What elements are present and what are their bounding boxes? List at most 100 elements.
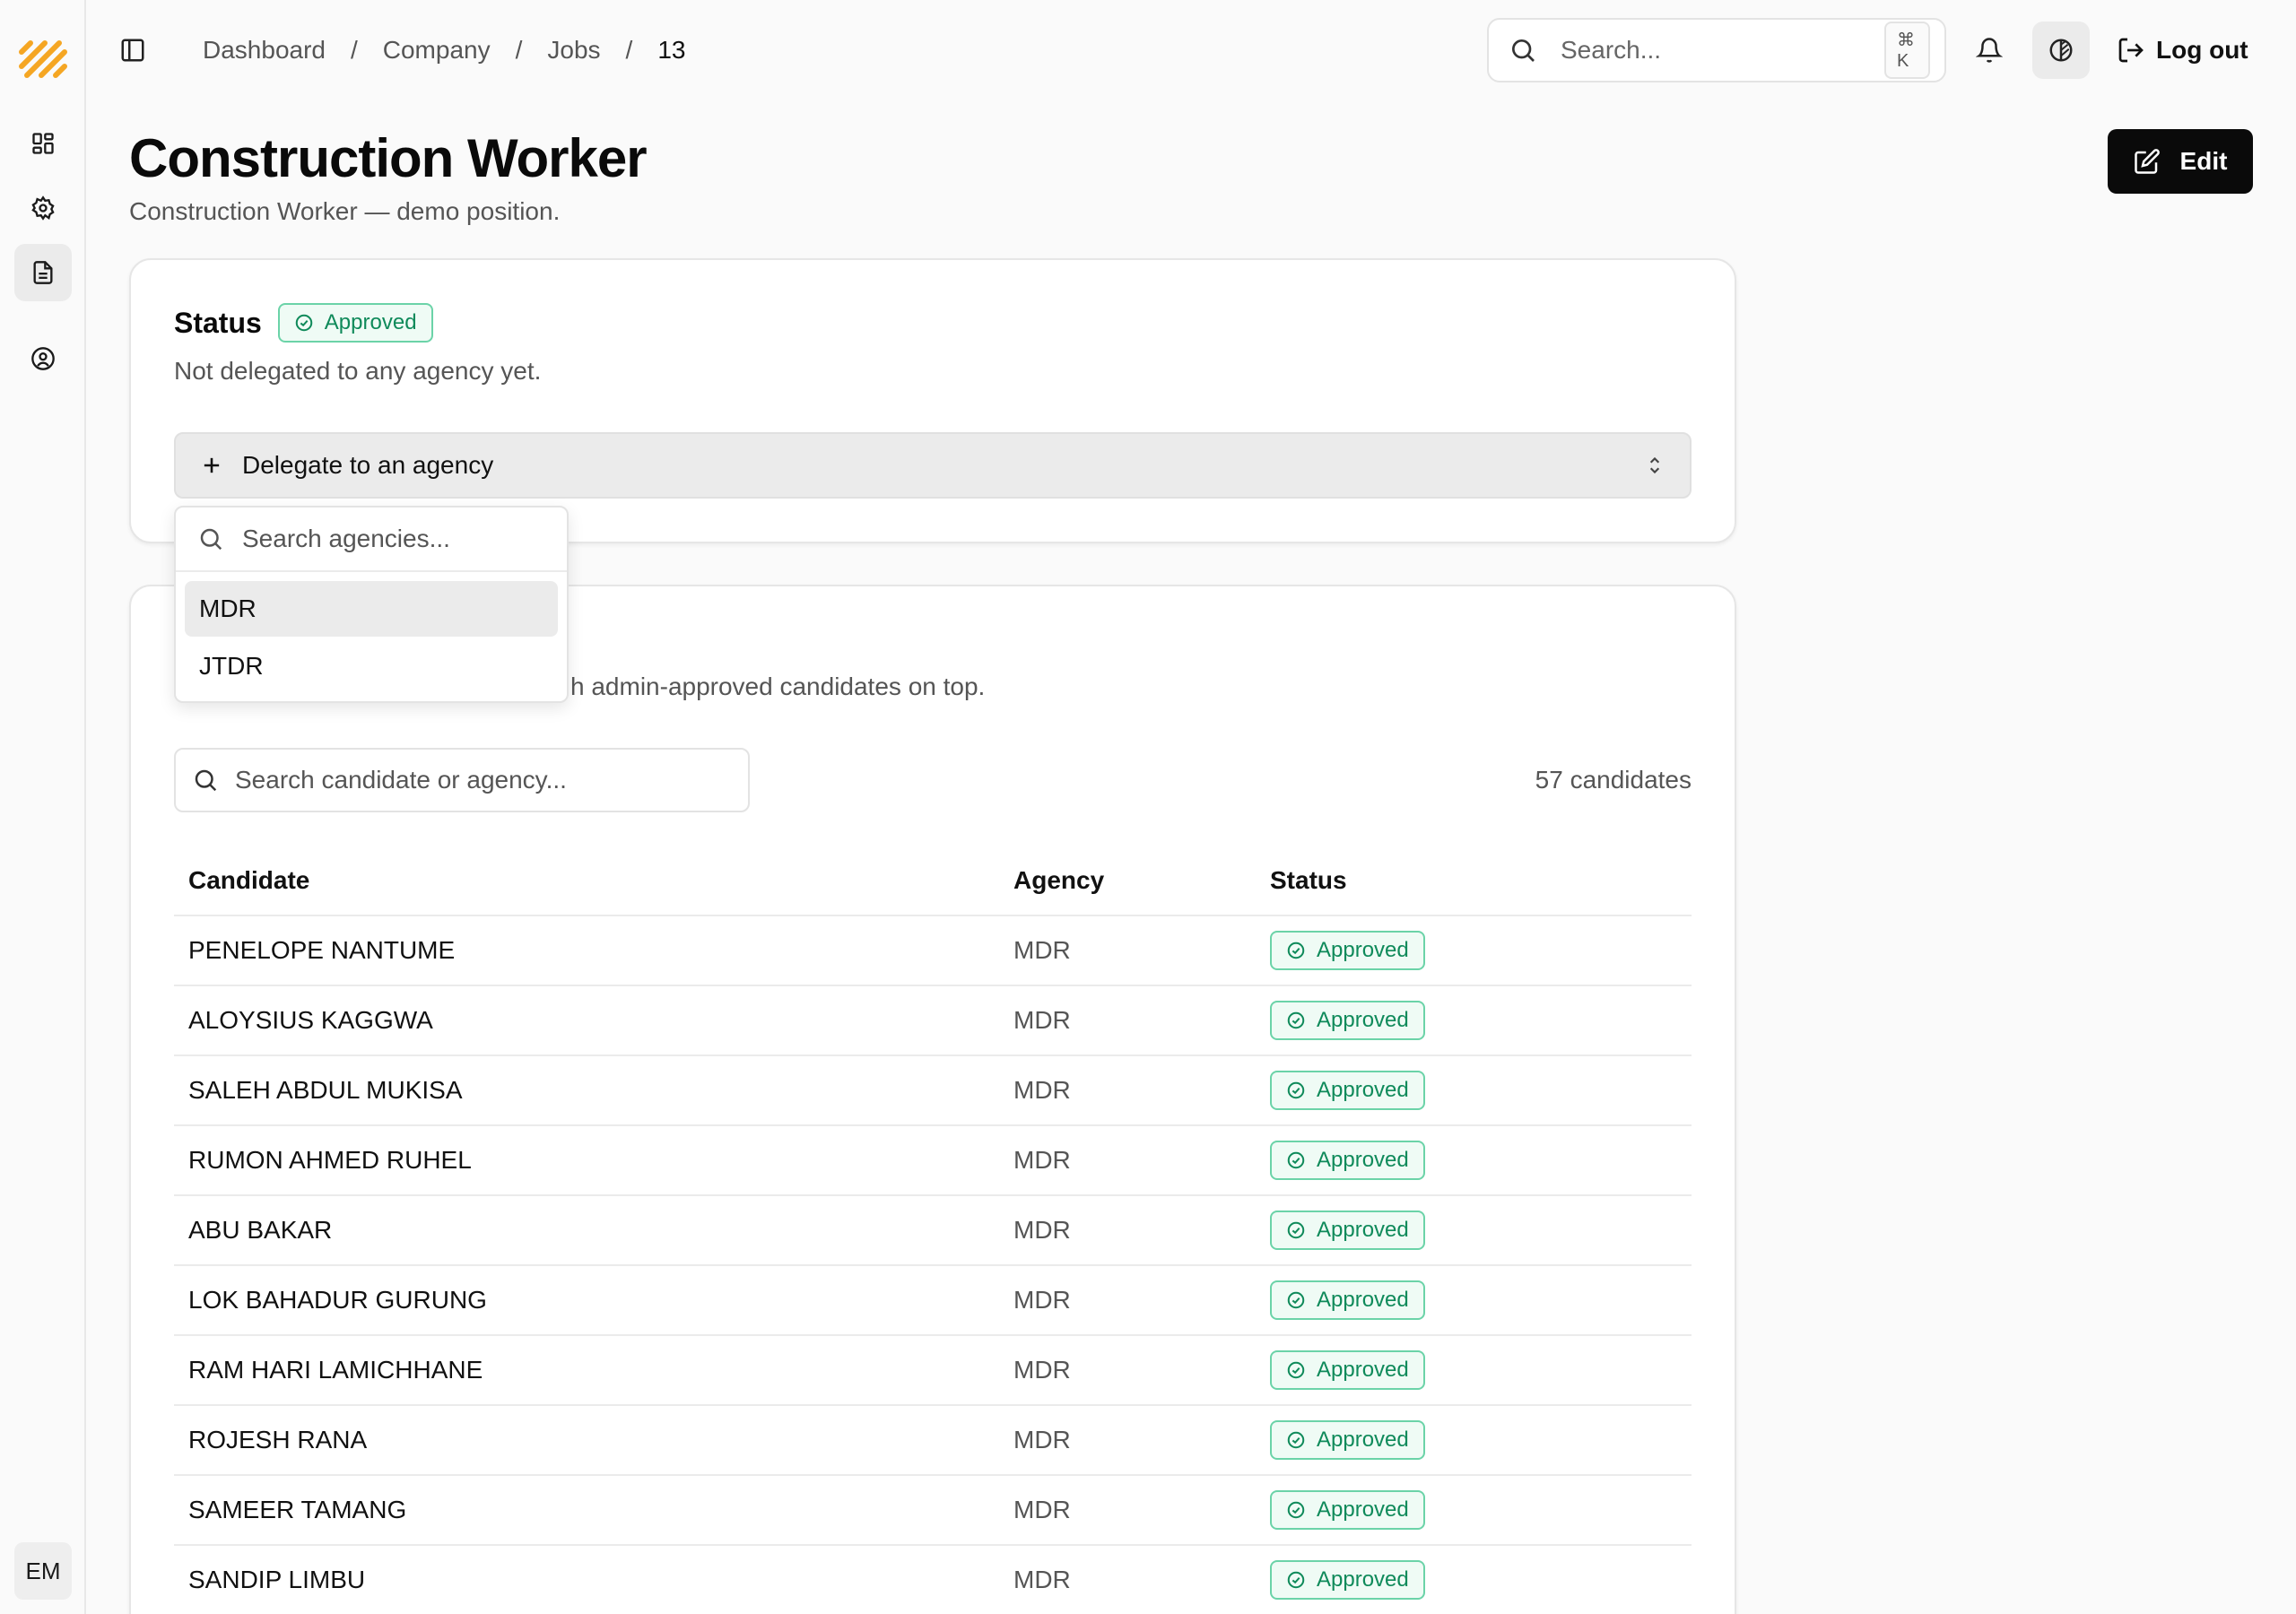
candidate-name[interactable]: RUMON AHMED RUHEL [174, 1146, 1013, 1175]
status-badge-label: Approved [1317, 1567, 1409, 1592]
table-row[interactable]: LOK BAHADUR GURUNG MDR Approved [174, 1266, 1692, 1336]
candidate-search[interactable] [174, 748, 750, 812]
candidate-name[interactable]: ROJESH RANA [174, 1426, 1013, 1454]
table-header: Candidate Agency Status [174, 846, 1692, 916]
candidate-status-cell: Approved [1270, 1210, 1692, 1250]
status-description: Not delegated to any agency yet. [174, 357, 542, 385]
status-badge-label: Approved [1317, 1148, 1409, 1172]
chevrons-up-down-icon [1643, 454, 1666, 477]
sidebar-item-jobs[interactable] [14, 244, 72, 301]
column-header-status[interactable]: Status [1270, 866, 1692, 895]
agency-option-jtdr[interactable]: JTDR [185, 638, 558, 694]
gear-icon [30, 195, 56, 221]
search-icon [1509, 36, 1537, 65]
table-row[interactable]: ALOYSIUS KAGGWA MDR Approved [174, 986, 1692, 1056]
column-header-candidate[interactable]: Candidate [174, 866, 1013, 895]
candidate-status-cell: Approved [1270, 1280, 1692, 1320]
brand-logo-icon[interactable] [18, 32, 68, 82]
panel-left-icon [119, 37, 146, 64]
table-row[interactable]: SALEH ABDUL MUKISA MDR Approved [174, 1056, 1692, 1126]
check-circle-icon [1286, 1011, 1306, 1030]
candidate-status-cell: Approved [1270, 931, 1692, 970]
candidate-name[interactable]: SALEH ABDUL MUKISA [174, 1076, 1013, 1105]
check-circle-icon [1286, 1360, 1306, 1380]
table-row[interactable]: ROJESH RANA MDR Approved [174, 1406, 1692, 1476]
breadcrumb-separator: / [625, 36, 633, 64]
status-card: Status Approved Not delegated to any age… [129, 258, 1736, 543]
candidate-agency: MDR [1013, 1426, 1071, 1453]
candidate-name[interactable]: ALOYSIUS KAGGWA [174, 1006, 1013, 1035]
status-badge: Approved [1270, 1001, 1425, 1040]
table-row[interactable]: SAMEER TAMANG MDR Approved [174, 1476, 1692, 1546]
candidate-status-cell: Approved [1270, 1560, 1692, 1600]
candidates-description: h admin-approved candidates on top. [570, 672, 986, 700]
contrast-icon [2048, 37, 2074, 64]
search-shortcut-badge: ⌘ K [1884, 22, 1930, 79]
table-row[interactable]: PENELOPE NANTUME MDR Approved [174, 916, 1692, 986]
candidate-name[interactable]: RAM HARI LAMICHHANE [174, 1356, 1013, 1384]
table-row[interactable]: ABU BAKAR MDR Approved [174, 1196, 1692, 1266]
status-badge: Approved [1270, 1141, 1425, 1180]
sidebar-toggle-button[interactable] [115, 32, 151, 68]
table-row[interactable]: SANDIP LIMBU MDR Approved [174, 1546, 1692, 1614]
sidebar-item-settings[interactable] [14, 179, 72, 237]
logout-button[interactable]: Log out [2117, 22, 2248, 79]
breadcrumb-company[interactable]: Company [383, 36, 491, 65]
check-circle-icon [1286, 1080, 1306, 1100]
logout-icon [2117, 36, 2145, 65]
candidate-agency: MDR [1013, 1006, 1071, 1034]
global-search-input[interactable] [1561, 36, 1884, 65]
notifications-button[interactable] [1961, 22, 2018, 79]
candidate-name[interactable]: SAMEER TAMANG [174, 1496, 1013, 1524]
candidate-agency: MDR [1013, 1076, 1071, 1104]
edit-icon [2134, 148, 2161, 175]
candidate-count: 57 candidates [1535, 766, 1692, 794]
edit-label: Edit [2179, 147, 2228, 175]
status-badge-label: Approved [1317, 1358, 1409, 1382]
dashboard-grid-icon [30, 131, 56, 156]
breadcrumb-jobs[interactable]: Jobs [547, 36, 600, 65]
logout-label: Log out [2156, 36, 2248, 64]
status-badge-label: Approved [324, 310, 417, 334]
status-badge: Approved [1270, 1420, 1425, 1460]
document-icon [30, 260, 56, 285]
candidates-card: h admin-approved candidates on top. 57 c… [129, 585, 1736, 1614]
breadcrumb-dashboard[interactable]: Dashboard [203, 36, 326, 65]
candidate-name[interactable]: ABU BAKAR [174, 1216, 1013, 1245]
candidate-search-input[interactable] [235, 766, 732, 794]
status-badge-label: Approved [1317, 938, 1409, 962]
candidate-status-cell: Approved [1270, 1071, 1692, 1110]
page-title: Construction Worker [129, 128, 648, 188]
agency-search-input[interactable] [242, 525, 566, 553]
candidate-status-cell: Approved [1270, 1420, 1692, 1460]
delegate-agency-select[interactable]: Delegate to an agency [174, 432, 1692, 499]
agency-option-mdr[interactable]: MDR [185, 581, 558, 637]
global-search[interactable]: ⌘ K [1487, 18, 1946, 82]
table-row[interactable]: RAM HARI LAMICHHANE MDR Approved [174, 1336, 1692, 1406]
candidate-status-cell: Approved [1270, 1350, 1692, 1390]
status-title: Status [174, 306, 262, 339]
status-badge: Approved [1270, 1350, 1425, 1390]
candidate-name[interactable]: SANDIP LIMBU [174, 1566, 1013, 1594]
bell-icon [1976, 37, 2003, 64]
page-subtitle: Construction Worker — demo position. [129, 197, 561, 225]
table-row[interactable]: RUMON AHMED RUHEL MDR Approved [174, 1126, 1692, 1196]
breadcrumb-separator: / [350, 36, 358, 64]
candidate-name[interactable]: PENELOPE NANTUME [174, 936, 1013, 965]
column-header-agency[interactable]: Agency [1013, 866, 1270, 895]
status-badge: Approved [1270, 1071, 1425, 1110]
sidebar-item-profile[interactable] [14, 330, 72, 387]
check-circle-icon [1286, 1500, 1306, 1520]
status-badge-label: Approved [1317, 1427, 1409, 1452]
edit-button[interactable]: Edit [2108, 129, 2253, 194]
table-body: PENELOPE NANTUME MDR Approved ALOYSIUS KAGG… [174, 916, 1692, 1614]
theme-toggle-button[interactable] [2032, 22, 2090, 79]
status-badge: Approved [1270, 931, 1425, 970]
candidates-table: Candidate Agency Status PENELOPE NANTUME… [174, 846, 1692, 1614]
check-circle-icon [1286, 1220, 1306, 1240]
candidate-name[interactable]: LOK BAHADUR GURUNG [174, 1286, 1013, 1315]
avatar[interactable]: EM [14, 1542, 72, 1600]
agency-search[interactable] [176, 508, 567, 572]
status-badge-label: Approved [1317, 1078, 1409, 1102]
sidebar-item-dashboard[interactable] [14, 115, 72, 172]
